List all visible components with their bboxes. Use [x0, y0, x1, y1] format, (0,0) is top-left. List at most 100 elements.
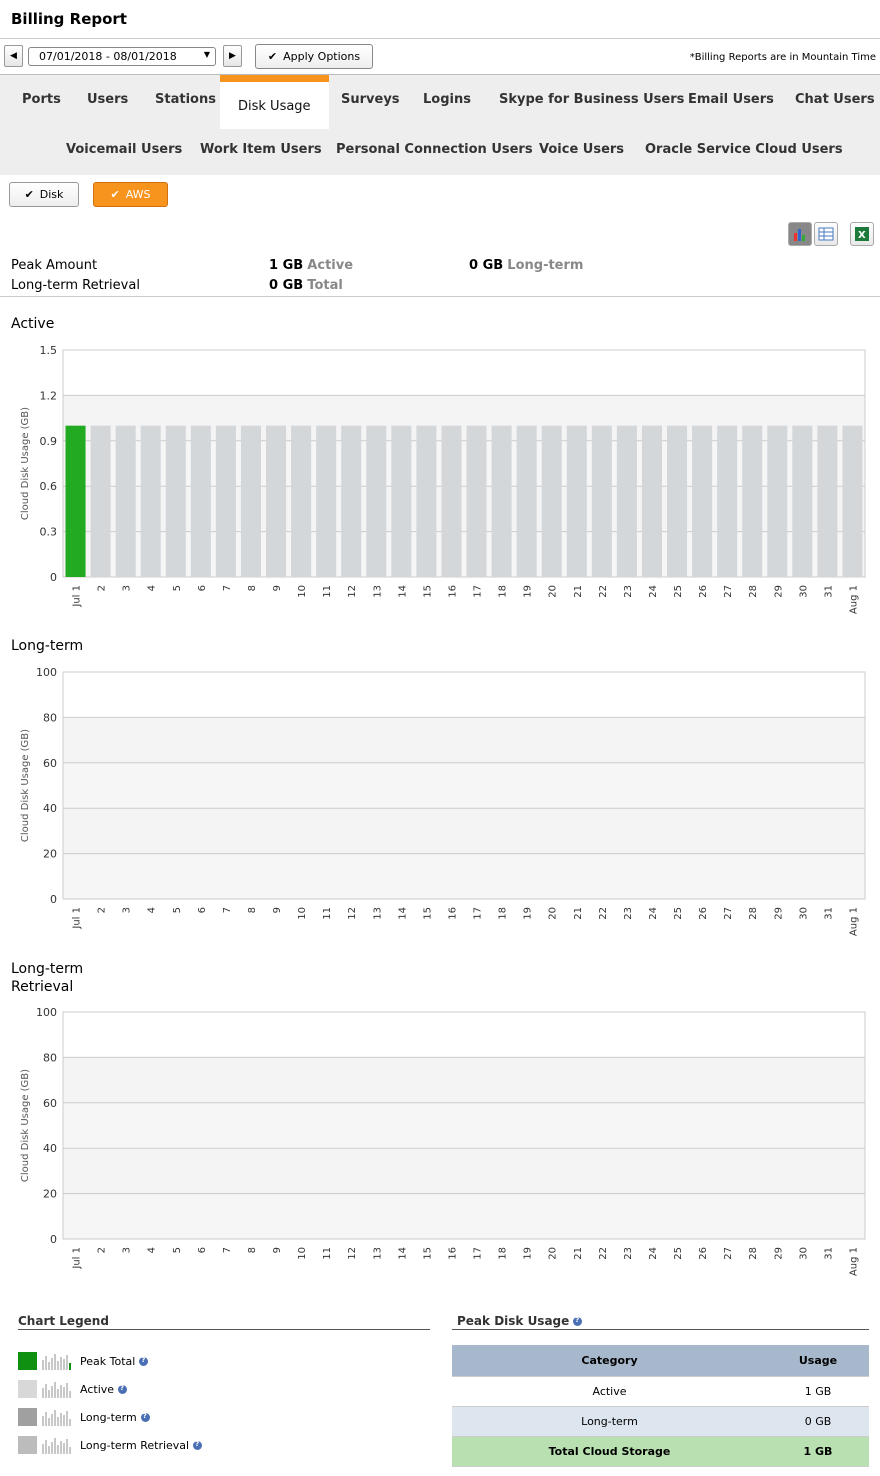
legend-mini-bar: [60, 1441, 62, 1454]
x-tick-label: Jul 1: [72, 585, 83, 608]
peak-divider: [452, 1329, 869, 1330]
legend-mini-bar: [45, 1356, 47, 1370]
x-tick-label: 11: [322, 907, 333, 920]
bar: [842, 425, 863, 577]
tab-surveys[interactable]: Surveys: [341, 92, 400, 107]
help-icon[interactable]: [193, 1440, 203, 1450]
help-icon[interactable]: [140, 1412, 150, 1422]
bar: [792, 425, 813, 577]
usage-cell: 1 GB: [767, 1436, 869, 1466]
x-tick-label: 18: [498, 585, 509, 598]
export-excel-button[interactable]: X: [850, 222, 874, 246]
table-view-button[interactable]: [814, 222, 838, 246]
y-tick-label: 100: [36, 1006, 57, 1019]
help-icon[interactable]: [118, 1384, 128, 1394]
check-icon: ✔: [110, 188, 120, 201]
legend-mini-bar: [66, 1411, 68, 1426]
y-tick-label: 0: [50, 571, 57, 584]
tab-email-users[interactable]: Email Users: [688, 92, 774, 107]
tab-users[interactable]: Users: [87, 92, 128, 107]
bar: [215, 425, 236, 577]
help-icon[interactable]: [139, 1356, 149, 1366]
tab-bar: Ports Users Stations Disk Usage Surveys …: [0, 75, 880, 175]
retrieval-chart: 020406080100Cloud Disk Usage (GB)Jul 123…: [20, 1006, 866, 1276]
y-axis-label: Cloud Disk Usage (GB): [20, 729, 31, 842]
legend-mini-bar: [54, 1410, 56, 1426]
x-tick-label: 19: [523, 585, 534, 598]
x-tick-label: 11: [322, 1247, 333, 1260]
x-tick-label: 8: [247, 907, 258, 913]
y-axis-label: Cloud Disk Usage (GB): [20, 1069, 31, 1182]
x-tick-label: 2: [97, 585, 108, 591]
category-cell: Total Cloud Storage: [452, 1436, 767, 1466]
legend-mini-bar: [48, 1390, 50, 1398]
legend-mini-bar: [60, 1385, 62, 1398]
tab-stations[interactable]: Stations: [155, 92, 216, 107]
grid-band: [63, 1148, 865, 1194]
x-tick-label: 19: [523, 907, 534, 920]
peak-disk-table: Category Usage Active 1 GB Long-term 0 GB T…: [452, 1345, 869, 1467]
help-icon[interactable]: [573, 1316, 583, 1326]
x-tick-label: 14: [397, 907, 408, 920]
x-tick-label: 28: [748, 585, 759, 598]
chart-view-button[interactable]: [788, 222, 812, 246]
x-tick-label: 24: [648, 907, 659, 920]
longterm-peak: 0 GB Long-term: [469, 258, 583, 273]
legend-label: Peak Total: [80, 1354, 136, 1368]
tab-personal-connection-users[interactable]: Personal Connection Users: [336, 142, 533, 157]
x-tick-label: 9: [272, 585, 283, 591]
tab-oracle-users[interactable]: Oracle Service Cloud Users: [645, 142, 843, 157]
tab-chat-users[interactable]: Chat Users: [795, 92, 875, 107]
legend-mini-bar: [63, 1443, 65, 1454]
grid-band: [63, 672, 865, 718]
x-tick-label: 22: [598, 1247, 609, 1260]
prev-range-button[interactable]: ◀: [4, 45, 23, 67]
x-tick-label: 13: [372, 585, 383, 598]
disk-toggle[interactable]: ✔ Disk: [9, 182, 79, 207]
category-cell: Long-term: [452, 1406, 767, 1436]
x-tick-label: 25: [673, 585, 684, 598]
legend-mini-bar: [54, 1382, 56, 1398]
x-tick-label: Aug 1: [848, 1247, 859, 1276]
active-chart: 0 0.3 0.6 0.9 1.2 1.5 Cloud Disk Usage (GB) Jul…: [20, 344, 866, 614]
longterm-chart-title: Long-term: [11, 638, 84, 654]
next-range-button[interactable]: ▶: [223, 45, 242, 67]
bar: [616, 425, 637, 577]
tab-ports[interactable]: Ports: [22, 92, 61, 107]
date-range-value: 07/01/2018 - 08/01/2018: [39, 50, 177, 63]
x-tick-label: 11: [322, 585, 333, 598]
tab-disk-usage[interactable]: Disk Usage: [220, 75, 329, 129]
tab-skype-users[interactable]: Skype for Business Users: [499, 92, 684, 107]
legend-swatch: [18, 1352, 37, 1370]
bar: [140, 425, 161, 577]
x-tick-label: 30: [798, 1247, 809, 1260]
x-tick-label: 15: [422, 907, 433, 920]
bar: [491, 425, 512, 577]
date-range-select[interactable]: 07/01/2018 - 08/01/2018 ▼: [28, 47, 216, 66]
bar: [692, 425, 713, 577]
x-tick-label: 9: [272, 907, 283, 913]
x-tick-label: 7: [222, 1247, 233, 1253]
tab-voicemail-users[interactable]: Voicemail Users: [66, 142, 182, 157]
y-tick-label: 0.9: [40, 435, 58, 448]
legend-mini-bar: [51, 1414, 53, 1426]
bar: [566, 425, 587, 577]
legend-mini-bar: [66, 1355, 68, 1370]
tab-voice-users[interactable]: Voice Users: [539, 142, 624, 157]
total-retrieval-label: Total: [307, 278, 343, 293]
bar: [190, 425, 211, 577]
x-tick-label: 2: [97, 1247, 108, 1253]
active-chart-title: Active: [11, 316, 55, 332]
bar: [641, 425, 662, 577]
x-tick-label: 18: [498, 1247, 509, 1260]
aws-toggle[interactable]: ✔ AWS: [93, 182, 168, 207]
tab-work-item-users[interactable]: Work Item Users: [200, 142, 322, 157]
apply-options-button[interactable]: ✔ Apply Options: [255, 44, 373, 69]
bar: [341, 425, 362, 577]
tab-logins[interactable]: Logins: [423, 92, 471, 107]
legend-mini-bar: [54, 1438, 56, 1454]
x-tick-label: 3: [122, 907, 133, 913]
x-tick-label: 20: [548, 907, 559, 920]
y-tick-label: 1.2: [40, 389, 58, 402]
legend-mini-bar: [60, 1357, 62, 1370]
